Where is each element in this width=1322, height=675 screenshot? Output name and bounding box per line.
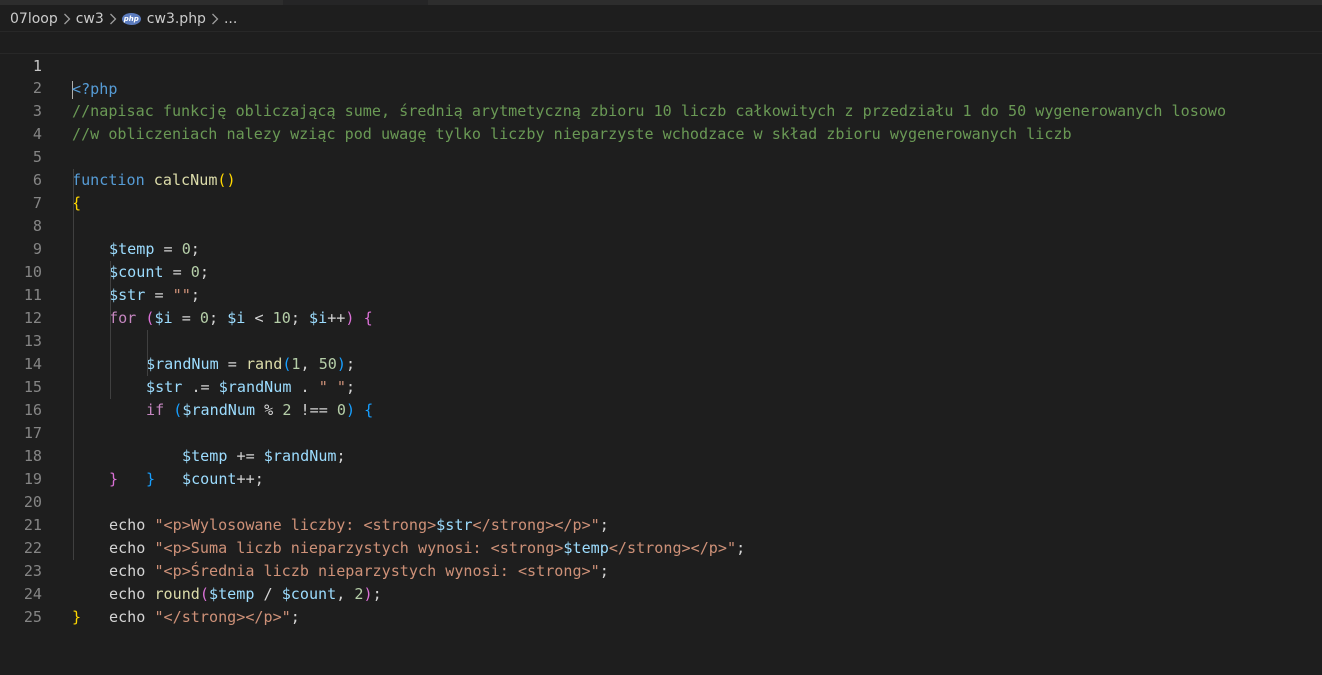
indent-guide (110, 376, 111, 399)
indent-guide (73, 514, 74, 537)
code-line[interactable]: 17 } (0, 399, 1322, 488)
code-line[interactable]: 15 $count++; (0, 353, 1322, 488)
code-line[interactable]: 4 (0, 100, 1322, 143)
code-line[interactable]: 18 (0, 422, 1322, 465)
indent-guide (73, 376, 74, 399)
php-file-icon: php (121, 13, 141, 25)
indent-guide (110, 307, 111, 330)
indent-guide (110, 353, 111, 376)
indent-guide (73, 491, 74, 514)
code-line[interactable]: 10 for ($i = 0; $i < 10; $i++) { (0, 238, 1322, 327)
indent-guide (110, 261, 111, 284)
chevron-right-icon (63, 13, 71, 25)
tab-strip-segment (283, 0, 428, 5)
indent-guide (73, 330, 74, 353)
code-line[interactable]: 19 echo "<p>Wylosowane liczby: <strong>$… (0, 445, 1322, 534)
breadcrumb-folder-07loop[interactable]: 07loop (10, 11, 58, 27)
indent-guide (73, 307, 74, 330)
code-line[interactable]: 23 echo "</strong></p>"; (0, 537, 1322, 626)
code-line[interactable]: 8 $count = 0; (0, 192, 1322, 281)
code-editor[interactable]: 1 <?php 2 //napisac funkcję obliczającą … (0, 31, 1322, 626)
tab-strip-segment (0, 0, 283, 5)
code-line[interactable]: 6 { (0, 146, 1322, 212)
indent-guide (73, 422, 74, 445)
indent-guide (110, 284, 111, 307)
chevron-right-icon (109, 13, 117, 25)
indent-guide (73, 261, 74, 284)
code-line[interactable]: 22 echo round($temp / $count, 2); (0, 514, 1322, 603)
line-number: 25 (23, 608, 42, 626)
code-line[interactable]: 25 (0, 583, 1322, 626)
indent-guide (147, 353, 148, 376)
indent-guide (73, 192, 74, 215)
indent-guide (110, 330, 111, 353)
code-line[interactable]: 11 $randNum = rand(1, 50); (0, 261, 1322, 373)
breadcrumb-symbol[interactable]: ... (224, 11, 237, 27)
indent-guide (73, 399, 74, 422)
code-line[interactable]: 13 if ($randNum % 2 !== 0) { (0, 307, 1322, 419)
indent-guide (73, 445, 74, 468)
indent-guide (73, 537, 74, 560)
code-line[interactable]: 20 echo "<p>Suma liczb nieparzystych wyn… (0, 468, 1322, 557)
code-line[interactable]: 2 //napisac funkcję obliczającą sume, śr… (0, 54, 1322, 120)
code-line[interactable]: 5 function calcNum() (0, 123, 1322, 189)
code-line[interactable]: 14 $temp += $randNum; (0, 330, 1322, 465)
indent-guide (73, 215, 74, 238)
breadcrumb-folder-cw3[interactable]: cw3 (76, 11, 104, 27)
indent-guide (147, 330, 148, 353)
code-line[interactable]: 7 $temp = 0; (0, 169, 1322, 258)
indent-guide (73, 353, 74, 376)
indent-guide (73, 284, 74, 307)
indent-guide (73, 169, 74, 192)
indent-guide (73, 238, 74, 261)
indent-guide (73, 468, 74, 491)
code-line[interactable]: 24 } (0, 560, 1322, 626)
breadcrumb: 07loop cw3 php cw3.php ... (0, 8, 1322, 30)
chevron-right-icon (211, 13, 219, 25)
tab-strip-segment (428, 0, 1322, 5)
code-line[interactable]: 21 echo "<p>Średnia liczb nieparzystych … (0, 491, 1322, 580)
code-line[interactable]: 9 $str = ""; (0, 215, 1322, 304)
code-line[interactable]: 3 //w obliczeniach nalezy wziąc pod uwag… (0, 77, 1322, 143)
tab-bar-strip (0, 0, 1322, 6)
code-line[interactable]: 16 } (0, 376, 1322, 488)
code-line[interactable]: 1 <?php (0, 31, 1322, 99)
code-line[interactable]: 12 $str .= $randNum . " "; (0, 284, 1322, 396)
breadcrumb-file[interactable]: cw3.php (147, 11, 206, 27)
